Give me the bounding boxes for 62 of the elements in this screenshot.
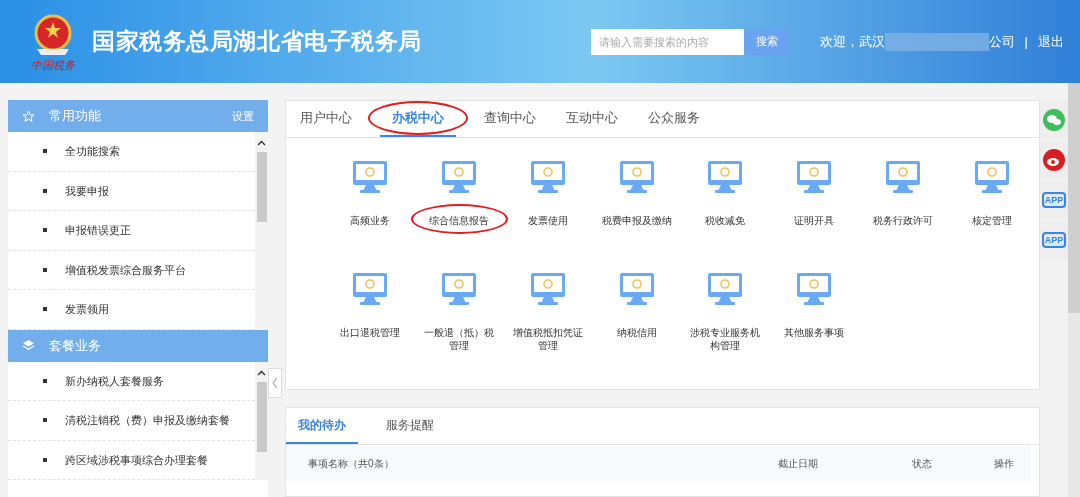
monitor-icon (352, 160, 389, 194)
chat-bubbles-icon (1043, 109, 1065, 131)
service-tile[interactable]: 综合信息报告 (414, 160, 504, 227)
phone-app-icon: APP (1041, 192, 1067, 208)
nav-tab[interactable]: 互动中心 (564, 101, 620, 137)
site-title: 国家税务总局湖北省电子税务局 (92, 27, 423, 57)
todo-tab[interactable]: 服务提醒 (374, 408, 446, 444)
side-float-button[interactable] (1040, 101, 1068, 139)
nav-tab[interactable]: 办税中心 (380, 101, 456, 137)
welcome-text: 欢迎，武汉 (819, 32, 885, 51)
nav-tab[interactable]: 查询中心 (482, 101, 538, 137)
nav-tab[interactable]: 公众服务 (646, 101, 702, 137)
logo-caption: 中国税务 (31, 58, 75, 71)
separator: | (1024, 32, 1028, 51)
star-icon (22, 109, 35, 123)
monitor-icon (352, 272, 389, 306)
company-suffix: 公司 (988, 32, 1015, 51)
service-tile[interactable]: 纳税信用 (592, 272, 681, 339)
column-header: 事项名称（共0条） (308, 456, 395, 471)
service-tile[interactable]: 发票使用 (503, 160, 593, 227)
eye-logo-icon (1043, 149, 1065, 171)
monitor-icon (441, 272, 478, 306)
monitor-icon (707, 160, 744, 194)
service-tile[interactable]: 高频业务 (326, 160, 415, 227)
monitor-icon (529, 160, 566, 194)
monitor-icon (618, 160, 655, 194)
service-tile[interactable]: 其他服务事项 (769, 272, 859, 339)
page-scrollbar[interactable] (1068, 83, 1080, 497)
monitor-icon (884, 160, 921, 194)
chevron-up-icon (257, 369, 266, 376)
section-title: 套餐业务 (49, 336, 101, 355)
service-tile[interactable]: 增值税抵扣凭证管理 (503, 272, 593, 352)
monitor-icon (441, 160, 478, 194)
column-header: 状态 (911, 456, 933, 471)
scrollbar[interactable] (255, 132, 268, 330)
monitor-icon (796, 160, 833, 194)
service-tile[interactable]: 一般退（抵）税管理 (414, 272, 504, 352)
scrollbar[interactable] (255, 361, 268, 480)
service-tile[interactable]: 出口退税管理 (326, 272, 415, 339)
collapse-handle[interactable] (268, 368, 282, 398)
chevron-left-icon (272, 377, 278, 389)
service-tile[interactable]: 税务行政许可 (858, 160, 948, 227)
monitor-icon (707, 272, 744, 306)
column-header: 操作 (992, 456, 1015, 471)
service-tile[interactable]: 税费申报及缴纳 (592, 160, 681, 227)
monitor-icon (618, 272, 655, 306)
search-field[interactable]: 请输入需要搜索的内容 (590, 28, 744, 55)
section-title: 常用功能 (49, 107, 101, 126)
phone-app-icon: APP (1041, 232, 1067, 248)
service-tile[interactable]: 证明开具 (769, 160, 859, 227)
monitor-icon (529, 272, 566, 306)
monitor-icon (796, 272, 833, 306)
column-header: 截止日期 (777, 456, 819, 471)
layers-icon (22, 339, 35, 352)
nav-tab[interactable]: 用户中心 (298, 101, 354, 137)
service-tile[interactable]: 核定管理 (947, 160, 1036, 227)
service-tile[interactable]: 涉税专业服务机构管理 (681, 272, 770, 352)
logout-link[interactable]: 退出 (1038, 31, 1064, 52)
side-float-button[interactable] (1040, 141, 1068, 179)
chevron-up-icon (257, 140, 266, 146)
service-tile[interactable]: 税收减免 (681, 160, 770, 227)
monitor-icon (973, 160, 1010, 194)
